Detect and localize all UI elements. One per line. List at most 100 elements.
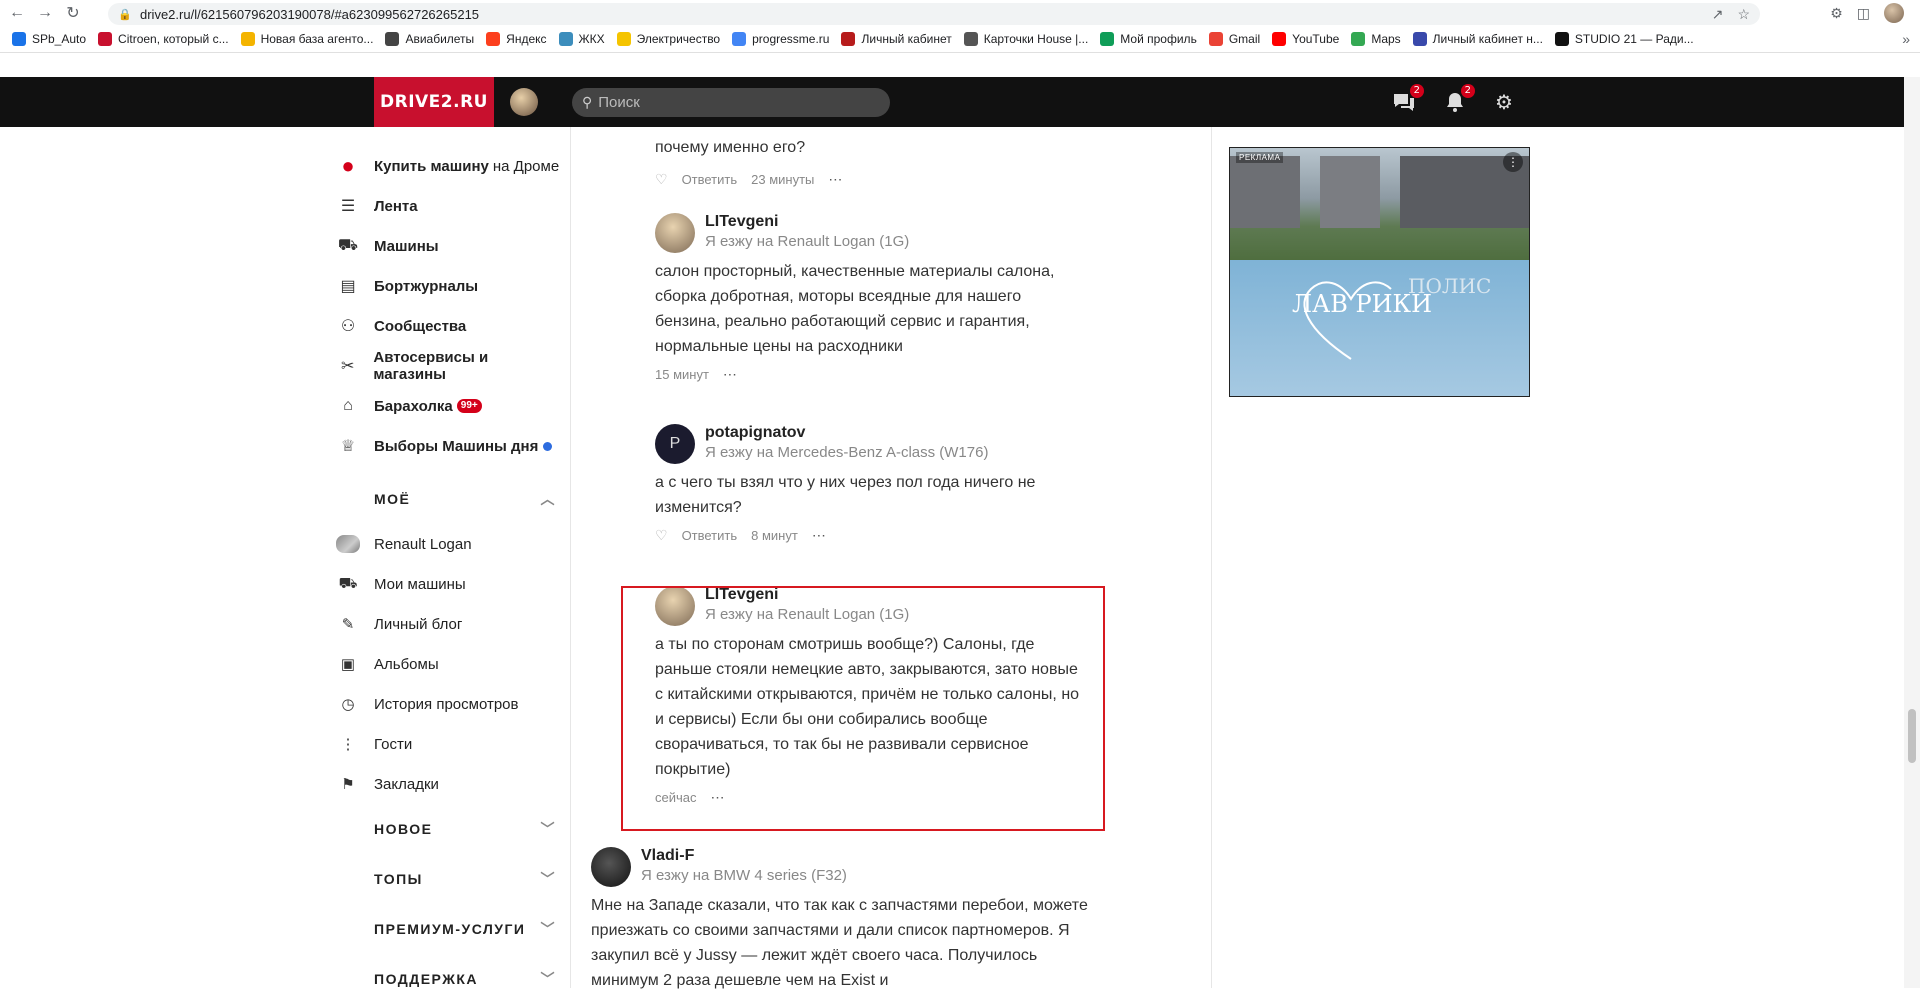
reply-link[interactable]: Ответить [682, 172, 738, 187]
sidebar-item[interactable]: ▤ Бортжурналы [336, 266, 560, 306]
sidebar-item[interactable]: ✂ Автосервисы и магазины [336, 346, 560, 386]
browser-chrome: ← → ↻ 🔒 drive2.ru/l/621560796203190078/#… [0, 0, 1920, 53]
sidebar-my-item[interactable]: ▣ Альбомы [336, 644, 560, 684]
bell-icon[interactable]: 2 [1443, 84, 1475, 114]
sidebar-my-item[interactable]: ⛟ Мои машины [336, 564, 560, 604]
sidebar-my-item[interactable]: ⚑ Закладки [336, 764, 560, 804]
sidebar-item[interactable]: ● Купить машину на Дроме [336, 146, 560, 186]
like-icon[interactable]: ♡ [655, 527, 668, 544]
sidebar-my-item[interactable]: ⋮ Гости [336, 724, 560, 764]
bookmark-item[interactable]: Мой профиль [1100, 32, 1197, 46]
sidebar-item-label: Купить машину [374, 157, 489, 175]
sidebar-section[interactable]: ПОДДЕРЖКА ﹀ [336, 954, 560, 1004]
bookmark-label: Новая база агенто... [260, 32, 374, 46]
site-header: DRIVE2.RU ⚲ Поиск 2 2 ⚙ [0, 77, 1904, 127]
sidebar-section[interactable]: НОВОЕ ﹀ [336, 804, 560, 854]
like-icon[interactable]: ♡ [655, 171, 668, 188]
bookmark-item[interactable]: Citroen, который с... [98, 32, 229, 46]
forward-icon[interactable]: → [34, 2, 56, 24]
sidebar-my-item[interactable]: Renault Logan [336, 524, 560, 564]
gear-icon[interactable]: ⚙ [1492, 90, 1516, 114]
bookmark-item[interactable]: progressme.ru [732, 32, 829, 46]
bookmark-item[interactable]: Новая база агенто... [240, 32, 374, 46]
more-icon[interactable]: ⋯ [723, 366, 738, 383]
bookmark-item[interactable]: STUDIO 21 — Ради... [1554, 32, 1694, 46]
bookmark-favicon-icon [98, 32, 113, 46]
people-icon: ⚇ [340, 318, 356, 335]
comment-avatar[interactable] [591, 847, 631, 887]
sidebar-item-label: Барахолка [374, 397, 453, 415]
ad-menu-icon[interactable]: ⋮ [1503, 152, 1523, 172]
sidebar-section[interactable]: ТОПЫ ﹀ [336, 854, 560, 904]
extensions-icon[interactable]: ⚙ [1830, 5, 1843, 22]
comment-car[interactable]: Я езжу на Renault Logan (1G) [705, 231, 909, 253]
user-avatar[interactable] [510, 88, 538, 116]
bookmark-item[interactable]: Maps [1351, 32, 1401, 46]
new-indicator-dot [543, 441, 553, 451]
sidebar-item[interactable]: ⛟ Машины [336, 226, 560, 266]
scrollbar-thumb[interactable] [1908, 709, 1916, 763]
comment-author[interactable]: LITevgeni [705, 213, 909, 231]
bookmark-favicon-icon [1351, 32, 1366, 46]
comment-car[interactable]: Я езжу на BMW 4 series (F32) [641, 865, 847, 887]
bookmark-item[interactable]: Gmail [1208, 32, 1260, 46]
chevron-up-icon: ︿ [540, 491, 556, 507]
sidebar-section-my[interactable]: МОЁ ︿ [336, 474, 560, 524]
chevron-down-icon: ﹀ [540, 921, 556, 937]
comment-car[interactable]: Я езжу на Mercedes-Benz A-class (W176) [705, 442, 988, 464]
comment-avatar[interactable] [655, 213, 695, 253]
bookmark-label: STUDIO 21 — Ради... [1574, 32, 1694, 46]
bookmark-item[interactable]: Карточки House |... [963, 32, 1089, 46]
search-icon: ⚲ [582, 94, 593, 110]
bookmark-favicon-icon [616, 32, 631, 46]
sidebar-item[interactable]: ⚇ Сообщества [336, 306, 560, 346]
messages-icon[interactable]: 2 [1392, 84, 1424, 114]
comment-item: P potapignatov Я езжу на Mercedes-Benz A… [655, 424, 1095, 550]
bookmark-item[interactable]: Авиабилеты [385, 32, 474, 46]
site-logo[interactable]: DRIVE2.RU [374, 77, 494, 127]
sidebar-item-label: Гости [374, 735, 413, 753]
more-icon[interactable]: ⋯ [812, 527, 827, 544]
bookmark-favicon-icon [1272, 32, 1287, 46]
search-input[interactable]: ⚲ Поиск [572, 88, 890, 117]
bookmark-item[interactable]: ЖКХ [558, 32, 605, 46]
bookmark-label: Карточки House |... [983, 32, 1089, 46]
sidebar-item[interactable]: ☰ Лента [336, 186, 560, 226]
comment-author[interactable]: potapignatov [705, 424, 988, 442]
highlight-frame [621, 586, 1105, 831]
bookmark-favicon-icon [240, 32, 255, 46]
reply-link[interactable]: Ответить [682, 528, 738, 543]
profile-avatar[interactable] [1884, 3, 1904, 23]
sidebar-my-item[interactable]: ◷ История просмотров [336, 684, 560, 724]
share-icon[interactable]: ↗ [1712, 6, 1724, 23]
count-badge: 99+ [456, 399, 482, 413]
bookmark-item[interactable]: Личный кабинет [841, 32, 952, 46]
trophy-icon: ♕ [340, 438, 356, 455]
reload-icon[interactable]: ↻ [62, 2, 84, 24]
sidebar-item-label: Альбомы [374, 655, 439, 673]
sidebar-item[interactable]: ♕ Выборы Машины дня [336, 426, 560, 466]
bookmark-label: Maps [1371, 32, 1401, 46]
bookmark-item[interactable]: YouTube [1272, 32, 1339, 46]
ad-banner[interactable]: РЕКЛАМА ⋮ ПОЛИС ЛАВ РИКИ [1229, 147, 1530, 397]
sidebar-item[interactable]: ⌂ Барахолка 99+ [336, 386, 560, 426]
sidebar-item-label: Сообщества [374, 317, 467, 335]
sidebar-section[interactable]: ПРЕМИУМ-УСЛУГИ ﹀ [336, 904, 560, 954]
car-thumbnail [336, 532, 360, 556]
more-icon[interactable]: ⋯ [828, 171, 843, 188]
comment-author[interactable]: Vladi-F [641, 847, 847, 865]
bookmark-item[interactable]: Электричество [616, 32, 720, 46]
bookmarks-overflow-icon[interactable]: » [1902, 26, 1910, 52]
comment-avatar[interactable]: P [655, 424, 695, 464]
bookmark-item[interactable]: Яндекс [486, 32, 547, 46]
side-panel-icon[interactable]: ◫ [1857, 5, 1870, 22]
star-icon[interactable]: ☆ [1737, 6, 1750, 23]
sidebar-item-label: Машины [374, 237, 439, 255]
sidebar-my-item[interactable]: ✎ Личный блог [336, 604, 560, 644]
address-bar[interactable]: 🔒 drive2.ru/l/621560796203190078/#a62309… [108, 3, 1760, 25]
page-scrollbar[interactable] [1904, 77, 1920, 988]
bookmark-item[interactable]: Личный кабинет н... [1412, 32, 1543, 46]
back-icon[interactable]: ← [6, 2, 28, 24]
bookmark-item[interactable]: SPb_Auto [12, 32, 86, 46]
bookmark-favicon-icon [12, 32, 26, 46]
